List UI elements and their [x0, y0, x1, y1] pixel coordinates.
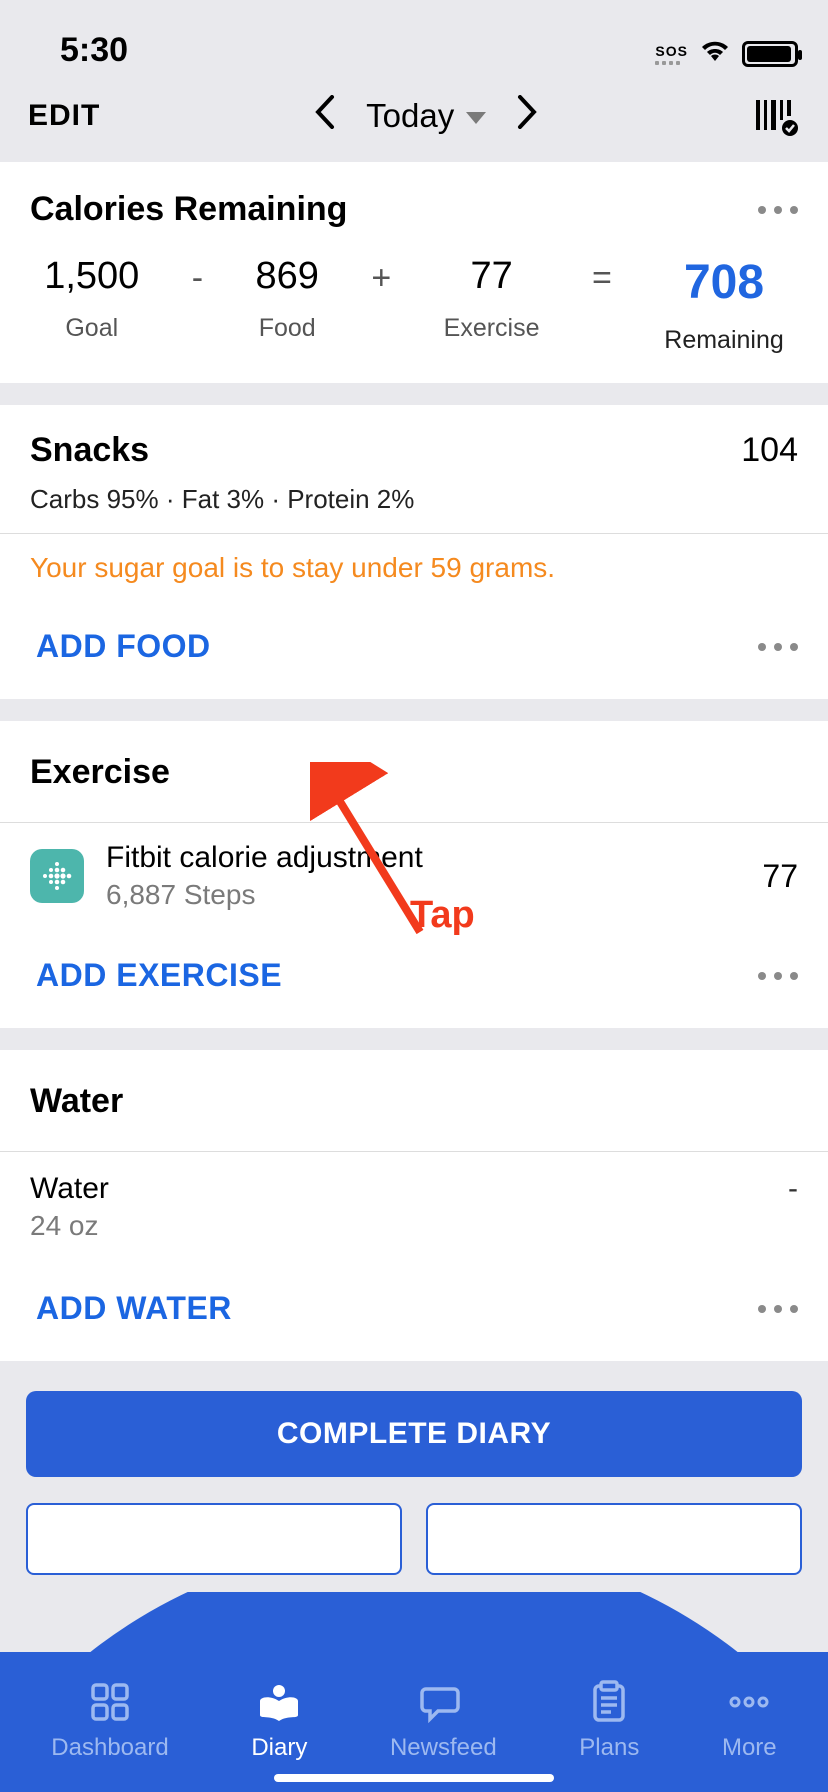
- plus-operator: +: [371, 255, 391, 298]
- nav-dashboard-label: Dashboard: [51, 1734, 168, 1762]
- exercise-item-sub: 6,887 Steps: [106, 879, 423, 911]
- snacks-macros: Carbs 95% · Fat 3% · Protein 2%: [0, 484, 828, 533]
- date-label-text: Today: [366, 97, 454, 135]
- water-section: Water Water 24 oz - ADD WATER: [0, 1050, 828, 1361]
- nav-plans[interactable]: Plans: [579, 1678, 639, 1762]
- goal-label: Goal: [44, 314, 139, 343]
- goal-column: 1,500 Goal: [44, 255, 139, 343]
- calories-title: Calories Remaining: [30, 190, 347, 229]
- food-column: 869 Food: [256, 255, 319, 343]
- water-item-name: Water: [30, 1172, 109, 1206]
- add-water-button[interactable]: ADD WATER: [36, 1290, 232, 1327]
- plans-icon: [579, 1678, 639, 1726]
- water-item-value: -: [788, 1172, 798, 1206]
- water-title: Water: [0, 1050, 828, 1151]
- snacks-more-button[interactable]: [758, 643, 798, 651]
- remaining-column: 708 Remaining: [664, 255, 784, 355]
- water-item[interactable]: Water 24 oz -: [0, 1152, 828, 1264]
- food-label: Food: [256, 314, 319, 343]
- fitbit-icon: [30, 849, 84, 903]
- water-more-button[interactable]: [758, 1305, 798, 1313]
- dashboard-icon: [51, 1678, 168, 1726]
- nav-diary-label: Diary: [251, 1734, 307, 1762]
- exercise-column: 77 Exercise: [444, 255, 540, 343]
- diary-actions: COMPLETE DIARY: [0, 1361, 828, 1575]
- goal-value: 1,500: [44, 255, 139, 298]
- complete-diary-button[interactable]: COMPLETE DIARY: [26, 1391, 802, 1477]
- diary-icon: [251, 1678, 307, 1726]
- battery-icon: [742, 41, 798, 67]
- date-navigator: Today: [314, 95, 538, 138]
- remaining-value: 708: [664, 255, 784, 310]
- snacks-total: 104: [741, 431, 798, 470]
- prev-day-button[interactable]: [314, 95, 336, 138]
- nav-plans-label: Plans: [579, 1734, 639, 1762]
- bottom-nav-container: Dashboard Diary Newsfeed: [0, 1592, 828, 1792]
- exercise-item-name: Fitbit calorie adjustment: [106, 841, 423, 875]
- remaining-label: Remaining: [664, 326, 784, 355]
- exercise-label: Exercise: [444, 314, 540, 343]
- barcode-scan-button[interactable]: [752, 96, 800, 136]
- snacks-section: Snacks 104 Carbs 95% · Fat 3% · Protein …: [0, 405, 828, 699]
- nav-dashboard[interactable]: Dashboard: [51, 1678, 168, 1762]
- snacks-title: Snacks: [30, 431, 149, 470]
- add-exercise-button[interactable]: ADD EXERCISE: [36, 957, 282, 994]
- status-time: 5:30: [60, 31, 128, 70]
- sos-indicator: SOS: [655, 43, 688, 65]
- nav-more-label: More: [722, 1734, 777, 1762]
- status-icons: SOS: [655, 38, 798, 70]
- equals-operator: =: [592, 255, 612, 298]
- caret-down-icon: [466, 112, 486, 124]
- exercise-item-value: 77: [762, 858, 798, 895]
- calories-remaining-card: Calories Remaining 1,500 Goal - 869 Food…: [0, 162, 828, 383]
- more-icon: [722, 1678, 777, 1726]
- nav-newsfeed[interactable]: Newsfeed: [390, 1678, 497, 1762]
- exercise-more-button[interactable]: [758, 972, 798, 980]
- minus-operator: -: [192, 255, 203, 298]
- nav-diary[interactable]: Diary: [251, 1678, 307, 1762]
- food-value: 869: [256, 255, 319, 298]
- calories-more-button[interactable]: [758, 206, 798, 214]
- exercise-section: Exercise Fitbit calorie: [0, 721, 828, 1028]
- water-item-sub: 24 oz: [30, 1210, 109, 1242]
- secondary-action-1[interactable]: [26, 1503, 402, 1575]
- edit-button[interactable]: EDIT: [28, 99, 100, 133]
- diary-header: EDIT Today: [0, 70, 828, 162]
- nav-newsfeed-label: Newsfeed: [390, 1734, 497, 1762]
- nav-more[interactable]: More: [722, 1678, 777, 1762]
- newsfeed-icon: [390, 1678, 497, 1726]
- add-food-button[interactable]: ADD FOOD: [36, 628, 211, 665]
- secondary-action-2[interactable]: [426, 1503, 802, 1575]
- next-day-button[interactable]: [516, 95, 538, 138]
- annotation-label: Tap: [410, 894, 475, 937]
- status-bar: 5:30 SOS: [0, 0, 828, 70]
- home-indicator[interactable]: [274, 1774, 554, 1782]
- sugar-goal-tip: Your sugar goal is to stay under 59 gram…: [0, 534, 828, 602]
- exercise-value: 77: [444, 255, 540, 298]
- wifi-icon: [700, 38, 730, 70]
- date-selector[interactable]: Today: [366, 97, 486, 135]
- exercise-title: Exercise: [0, 721, 828, 822]
